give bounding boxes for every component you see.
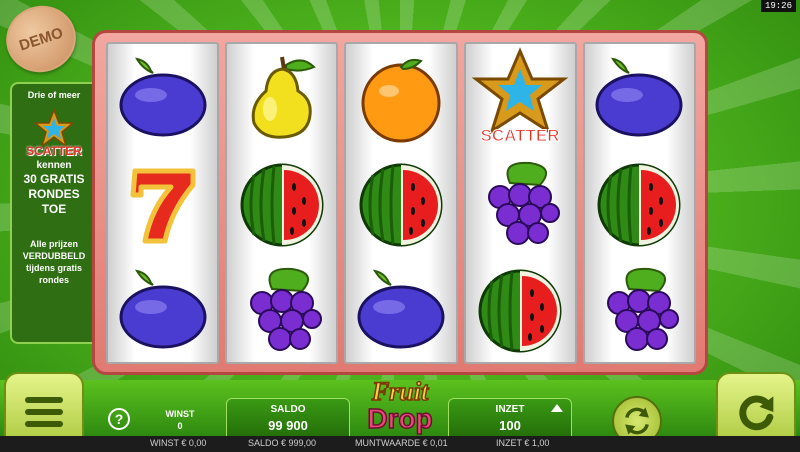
reel-5 [582, 42, 697, 364]
help-button[interactable]: ? [108, 408, 130, 430]
info-line3: RONDES [28, 187, 80, 201]
info-note4: rondes [38, 275, 69, 285]
info-heading: Drie of meer [27, 90, 81, 100]
autoplay-icon [625, 407, 649, 435]
plum-icon [589, 47, 689, 147]
info-panel: Drie of meer SCATTER kennen 30 GRATIS RO… [10, 82, 98, 344]
reel-4: SCATTER [463, 42, 577, 364]
info-note1: Alle prijzen [29, 239, 78, 249]
plum-icon [113, 47, 213, 147]
footer-winst: WINST € 0,00 [150, 438, 207, 448]
logo-bottom-text: Drop [367, 403, 432, 434]
plum-icon [113, 259, 213, 359]
reel-3 [344, 42, 458, 364]
scatter-icon: SCATTER [470, 47, 570, 147]
seven-icon [113, 153, 213, 253]
saldo-label: SALDO [270, 404, 306, 415]
footer-saldo: SALDO € 999,00 [248, 438, 317, 448]
footer-bar: WINST € 0,00 SALDO € 999,00 MUNTWAARDE €… [0, 436, 800, 452]
bet-up-arrow-icon[interactable] [551, 404, 563, 412]
watermelon-icon [589, 153, 689, 253]
winst-label: WINST [165, 409, 195, 419]
info-line4: TOE [41, 202, 67, 216]
footer-inzet: INZET € 1,00 [496, 438, 550, 448]
reel-1 [106, 42, 220, 364]
inzet-value: 100 [499, 418, 521, 433]
info-line2: 30 GRATIS [23, 172, 85, 186]
svg-text:SCATTER: SCATTER [481, 126, 560, 145]
info-line1: kennen [36, 160, 72, 171]
grapes-icon [470, 153, 570, 253]
info-scatter-label: SCATTER [26, 144, 82, 158]
logo-top-text: Fruit [371, 377, 429, 406]
spin-arrow-icon [739, 395, 774, 431]
info-note3: tijdens gratis [25, 263, 82, 273]
reel-2 [225, 42, 339, 364]
reel-area: SCATTER [106, 42, 697, 364]
orange-icon [351, 47, 451, 147]
fruit-drop-logo: Fruit Drop [340, 374, 460, 436]
watermelon-icon [351, 153, 451, 253]
menu-icon [25, 397, 63, 403]
grapes-icon [232, 259, 332, 359]
plum-icon [351, 259, 451, 359]
scatter-star-icon [32, 107, 76, 148]
winst-value: 0 [177, 421, 183, 431]
watermelon-icon [470, 259, 570, 359]
saldo-value: 99 900 [268, 418, 308, 433]
footer-muntwaarde: MUNTWAARDE € 0,01 [355, 438, 448, 448]
clock: 19:26 [760, 0, 796, 12]
watermelon-icon [232, 153, 332, 253]
grapes-icon [589, 259, 689, 359]
info-note2: VERDUBBELD [22, 251, 86, 261]
pear-icon [232, 47, 332, 147]
